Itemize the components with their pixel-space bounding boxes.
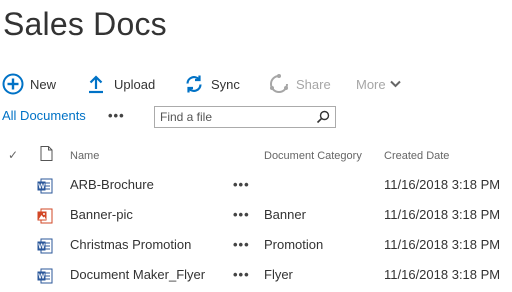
document-name-link[interactable]: Document Maker_Flyer — [70, 267, 205, 282]
document-name-link[interactable]: Banner-pic — [70, 207, 133, 222]
upload-arrow-icon — [89, 75, 103, 94]
file-type-icon[interactable] — [40, 146, 53, 161]
new-label: New — [30, 76, 57, 92]
sync-label: Sync — [211, 76, 240, 92]
document-menu-button[interactable]: ••• — [233, 237, 250, 252]
view-options-button[interactable]: ••• — [108, 108, 125, 123]
word-doc-icon: W — [37, 268, 53, 284]
more-label: More — [356, 76, 386, 92]
select-all-checkbox[interactable]: ✓ — [8, 148, 18, 162]
column-header-created[interactable]: Created Date — [384, 150, 449, 162]
search-input[interactable] — [155, 110, 310, 124]
document-created-date: 11/16/2018 3:18 PM — [384, 177, 501, 192]
sync-button[interactable]: Sync — [183, 72, 240, 96]
document-category: Flyer — [264, 267, 293, 282]
table-row[interactable]: Banner-pic ••• Banner 11/16/2018 3:18 PM — [0, 200, 512, 230]
upload-label: Upload — [114, 76, 156, 92]
document-menu-button[interactable]: ••• — [233, 207, 250, 222]
table-row[interactable]: W ARB-Brochure ••• 11/16/2018 3:18 PM — [0, 170, 512, 200]
share-label: Share — [296, 76, 331, 92]
svg-text:W: W — [38, 184, 45, 191]
document-name-link[interactable]: Christmas Promotion — [70, 237, 191, 252]
page-title: Sales Docs — [3, 6, 167, 42]
chevron-down-icon — [389, 80, 401, 88]
view-all-documents[interactable]: All Documents — [2, 108, 86, 123]
column-header-category[interactable]: Document Category — [264, 150, 362, 162]
upload-button[interactable]: Upload — [86, 72, 155, 96]
document-category: Banner — [264, 207, 306, 222]
plus-circle-icon — [2, 73, 24, 95]
word-doc-icon: W — [37, 178, 53, 194]
document-category: Promotion — [264, 237, 324, 252]
new-button[interactable]: New — [2, 72, 56, 96]
image-file-icon — [37, 208, 53, 224]
document-created-date: 11/16/2018 3:18 PM — [384, 207, 501, 222]
share-icon — [270, 74, 288, 93]
svg-text:W: W — [38, 244, 45, 251]
document-created-date: 11/16/2018 3:18 PM — [384, 237, 501, 252]
document-name-link[interactable]: ARB-Brochure — [70, 177, 154, 192]
document-created-date: 11/16/2018 3:18 PM — [384, 267, 501, 282]
svg-text:W: W — [38, 274, 45, 281]
word-doc-icon: W — [37, 238, 53, 254]
table-row[interactable]: W Document Maker_Flyer ••• Flyer 11/16/2… — [0, 260, 512, 290]
more-button[interactable]: More — [356, 72, 401, 96]
sync-icon — [186, 75, 202, 93]
search-box[interactable] — [154, 106, 336, 128]
document-menu-button[interactable]: ••• — [233, 177, 250, 192]
search-icon[interactable] — [316, 110, 330, 124]
document-menu-button[interactable]: ••• — [233, 267, 250, 282]
column-header-name[interactable]: Name — [70, 150, 99, 162]
share-button[interactable]: Share — [268, 72, 331, 96]
table-row[interactable]: W Christmas Promotion ••• Promotion 11/1… — [0, 230, 512, 260]
